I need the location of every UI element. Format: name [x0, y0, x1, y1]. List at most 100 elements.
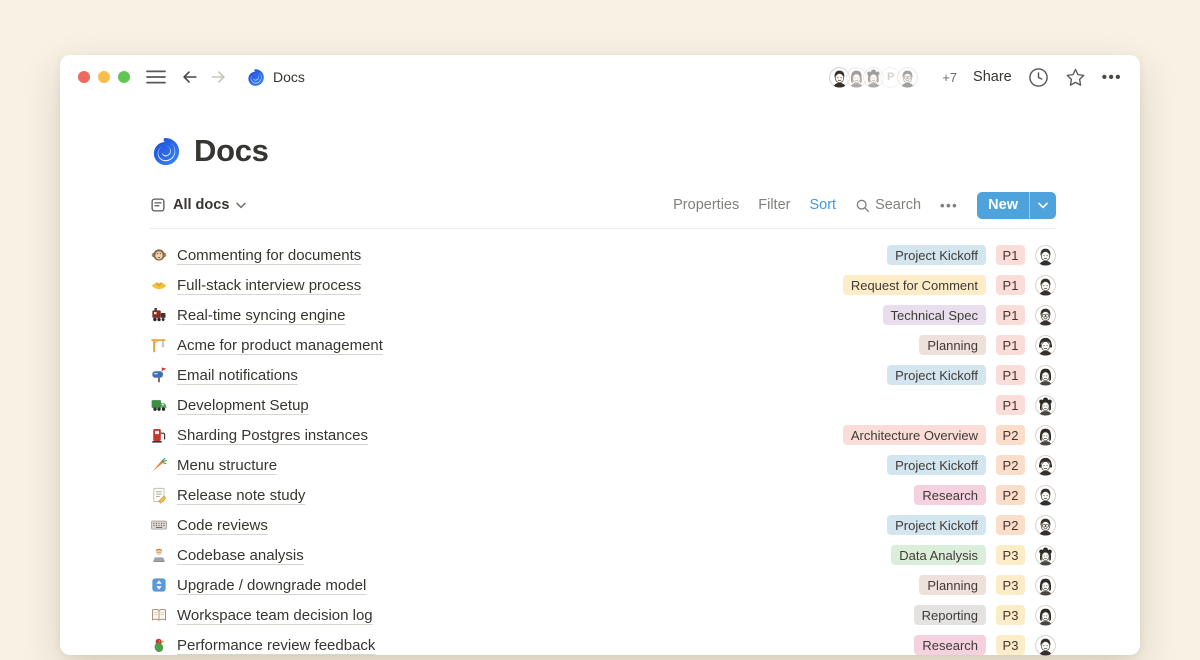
share-button[interactable]: Share — [973, 69, 1012, 85]
doc-row[interactable]: Development Setup P1 — [150, 390, 1056, 420]
doc-title-link[interactable]: Codebase analysis — [177, 547, 304, 564]
toolbar-divider — [150, 228, 1056, 229]
doc-emoji-icon — [150, 426, 168, 444]
doc-priority-badge[interactable]: P1 — [996, 335, 1025, 355]
window-more-icon[interactable]: ••• — [1102, 69, 1122, 86]
doc-priority-badge[interactable]: P1 — [996, 245, 1025, 265]
sidebar-toggle-icon[interactable] — [146, 69, 166, 85]
filter-button[interactable]: Filter — [758, 197, 790, 213]
close-window-button[interactable] — [78, 71, 90, 83]
doc-tag[interactable]: Project Kickoff — [887, 365, 986, 385]
doc-priority-badge[interactable]: P3 — [996, 635, 1025, 655]
doc-tag[interactable]: Project Kickoff — [887, 455, 986, 475]
doc-row[interactable]: Codebase analysis Data Analysis P3 — [150, 540, 1056, 570]
doc-row[interactable]: Workspace team decision log Reporting P3 — [150, 600, 1056, 630]
doc-tag[interactable]: Request for Comment — [843, 275, 986, 295]
properties-button[interactable]: Properties — [673, 197, 739, 213]
doc-priority-badge[interactable]: P2 — [996, 485, 1025, 505]
doc-row[interactable]: Performance review feedback Research P3 — [150, 630, 1056, 660]
doc-row-meta: Planning P3 — [919, 575, 1056, 596]
doc-priority-badge[interactable]: P3 — [996, 545, 1025, 565]
doc-assignee-avatar[interactable] — [1035, 245, 1056, 266]
doc-assignee-avatar[interactable] — [1035, 545, 1056, 566]
view-selector[interactable]: All docs — [150, 197, 246, 213]
doc-assignee-avatar[interactable] — [1035, 485, 1056, 506]
doc-priority-badge[interactable]: P1 — [996, 275, 1025, 295]
doc-row[interactable]: Menu structure Project Kickoff P2 — [150, 450, 1056, 480]
doc-row[interactable]: Commenting for documents Project Kickoff… — [150, 240, 1056, 270]
doc-title-link[interactable]: Release note study — [177, 487, 305, 504]
doc-row-meta: Request for Comment P1 — [843, 275, 1056, 296]
doc-row[interactable]: Sharding Postgres instances Architecture… — [150, 420, 1056, 450]
doc-title-link[interactable]: Development Setup — [177, 397, 309, 414]
doc-title-link[interactable]: Email notifications — [177, 367, 298, 384]
doc-assignee-avatar[interactable] — [1035, 605, 1056, 626]
doc-assignee-avatar[interactable] — [1035, 365, 1056, 386]
new-button[interactable]: New — [977, 192, 1056, 219]
doc-assignee-avatar[interactable] — [1035, 275, 1056, 296]
doc-assignee-avatar[interactable] — [1035, 515, 1056, 536]
forward-arrow-icon[interactable] — [209, 68, 228, 86]
doc-priority-badge[interactable]: P1 — [996, 395, 1025, 415]
doc-assignee-avatar[interactable] — [1035, 425, 1056, 446]
toolbar-more-icon[interactable]: ••• — [940, 198, 958, 213]
doc-title-link[interactable]: Workspace team decision log — [177, 607, 373, 624]
doc-row[interactable]: Code reviews Project Kickoff P2 — [150, 510, 1056, 540]
doc-assignee-avatar[interactable] — [1035, 335, 1056, 356]
minimize-window-button[interactable] — [98, 71, 110, 83]
doc-tag[interactable]: Research — [914, 485, 986, 505]
doc-emoji-icon — [150, 516, 168, 534]
avatar-stack: P — [827, 65, 920, 90]
doc-priority-badge[interactable]: P2 — [996, 455, 1025, 475]
doc-row[interactable]: Release note study Research P2 — [150, 480, 1056, 510]
doc-priority-badge[interactable]: P3 — [996, 575, 1025, 595]
collaborator-avatar[interactable] — [895, 65, 920, 90]
updates-clock-icon[interactable] — [1028, 67, 1049, 88]
doc-assignee-avatar[interactable] — [1035, 395, 1056, 416]
doc-tag[interactable]: Planning — [919, 335, 986, 355]
new-button-label[interactable]: New — [977, 192, 1029, 219]
doc-title-link[interactable]: Real-time syncing engine — [177, 307, 345, 324]
zoom-window-button[interactable] — [118, 71, 130, 83]
doc-tag[interactable]: Planning — [919, 575, 986, 595]
doc-title-link[interactable]: Full-stack interview process — [177, 277, 361, 294]
doc-tag[interactable]: Technical Spec — [883, 305, 986, 325]
doc-tag[interactable]: Research — [914, 635, 986, 655]
doc-assignee-avatar[interactable] — [1035, 575, 1056, 596]
doc-tag[interactable]: Architecture Overview — [843, 425, 986, 445]
doc-title-link[interactable]: Performance review feedback — [177, 637, 375, 654]
doc-priority-badge[interactable]: P1 — [996, 305, 1025, 325]
doc-title-link[interactable]: Code reviews — [177, 517, 268, 534]
doc-priority-badge[interactable]: P2 — [996, 515, 1025, 535]
doc-title-link[interactable]: Sharding Postgres instances — [177, 427, 368, 444]
sort-button[interactable]: Sort — [809, 197, 836, 213]
favorite-star-icon[interactable] — [1065, 67, 1086, 88]
doc-row[interactable]: Acme for product management Planning P1 — [150, 330, 1056, 360]
doc-tag[interactable]: Project Kickoff — [887, 245, 986, 265]
doc-assignee-avatar[interactable] — [1035, 635, 1056, 656]
doc-emoji-icon — [150, 396, 168, 414]
doc-priority-badge[interactable]: P2 — [996, 425, 1025, 445]
doc-row[interactable]: Full-stack interview process Request for… — [150, 270, 1056, 300]
avatar-overflow-count[interactable]: +7 — [942, 70, 957, 85]
doc-tag[interactable]: Data Analysis — [891, 545, 986, 565]
doc-title-link[interactable]: Menu structure — [177, 457, 277, 474]
doc-emoji-icon — [150, 456, 168, 474]
doc-priority-badge[interactable]: P1 — [996, 365, 1025, 385]
doc-title-link[interactable]: Acme for product management — [177, 337, 383, 354]
doc-tag[interactable]: Project Kickoff — [887, 515, 986, 535]
doc-assignee-avatar[interactable] — [1035, 305, 1056, 326]
doc-row-meta: P1 — [996, 395, 1056, 416]
new-button-dropdown[interactable] — [1029, 192, 1056, 219]
doc-title-link[interactable]: Upgrade / downgrade model — [177, 577, 366, 594]
doc-title-link[interactable]: Commenting for documents — [177, 247, 361, 264]
search-button[interactable]: Search — [855, 197, 921, 213]
back-arrow-icon[interactable] — [180, 68, 199, 86]
doc-row[interactable]: Real-time syncing engine Technical Spec … — [150, 300, 1056, 330]
doc-priority-badge[interactable]: P3 — [996, 605, 1025, 625]
doc-row-meta: Technical Spec P1 — [883, 305, 1056, 326]
doc-tag[interactable]: Reporting — [914, 605, 986, 625]
doc-row[interactable]: Upgrade / downgrade model Planning P3 — [150, 570, 1056, 600]
doc-assignee-avatar[interactable] — [1035, 455, 1056, 476]
doc-row[interactable]: Email notifications Project Kickoff P1 — [150, 360, 1056, 390]
